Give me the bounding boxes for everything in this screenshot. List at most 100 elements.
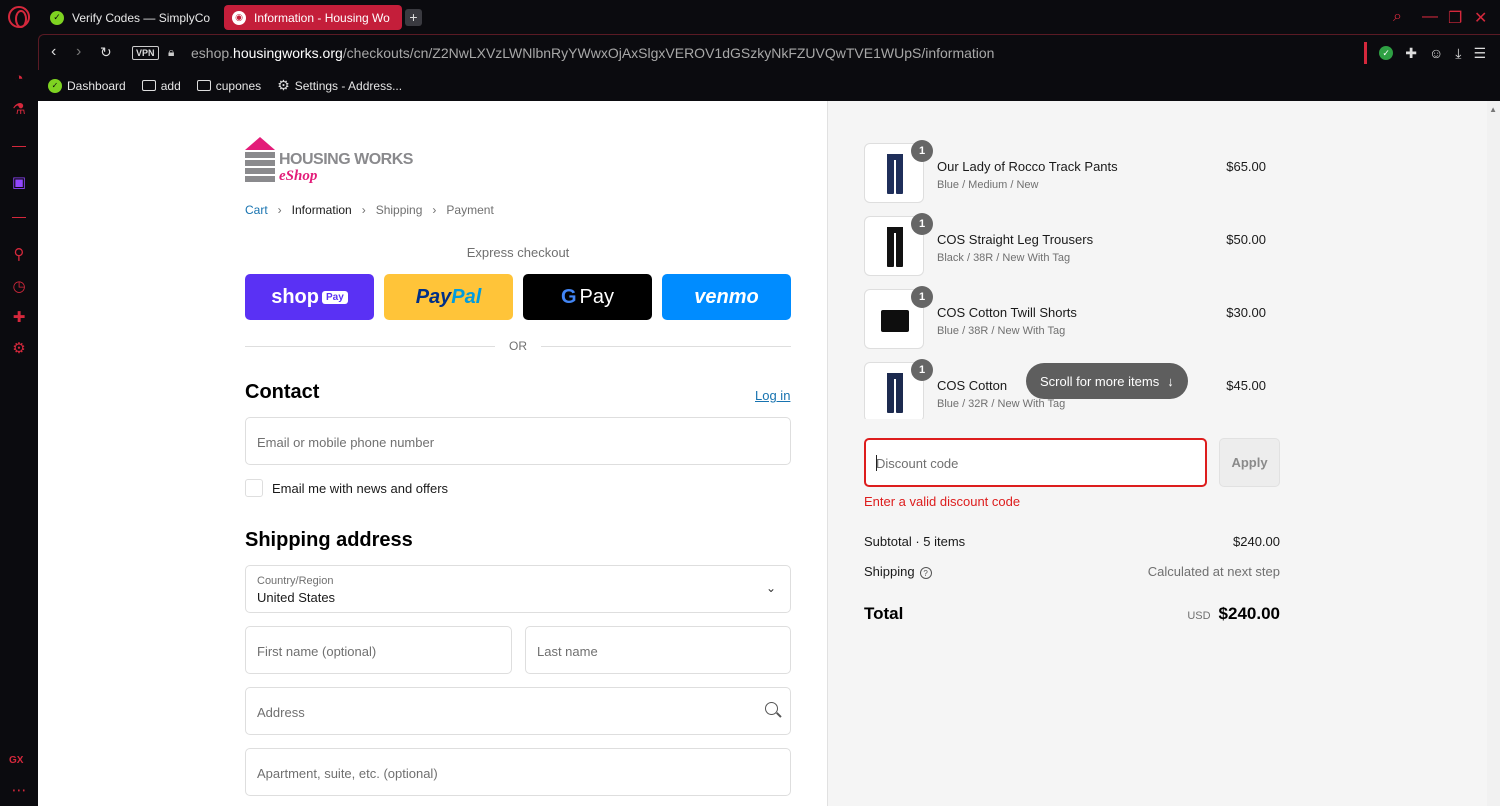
breadcrumb-cart[interactable]: Cart [245,203,268,217]
housing-works-logo[interactable]: HOUSING WORKS eShop [245,137,415,184]
puzzle-icon[interactable]: ✚ [1405,45,1417,62]
speed-dial-icon[interactable]: ◔ [10,70,28,88]
bookmark-add[interactable]: add [141,79,181,93]
tab-label: Verify Codes — SimplyCo [72,10,211,25]
pants-image [887,373,903,413]
logo-bar-shape [245,176,275,182]
first-name-field[interactable]: First name (optional) [245,626,512,674]
product-thumbnail: 1 [864,213,933,276]
venmo-text: venmo [694,285,759,308]
shipping-label: Shipping [864,564,915,579]
product-thumbnail: 1 [864,140,933,203]
news-checkbox-label[interactable]: Email me with news and offers [272,481,448,496]
extension-green-icon[interactable]: ✓ [1379,46,1394,60]
subtotal-label: Subtotal · 5 items [864,534,966,549]
new-tab-button[interactable]: + [405,9,422,26]
shop-pay-button[interactable]: shop Pay [245,274,374,320]
total-value: $240.00 [1218,604,1280,623]
extensions-bar: ✓ ✚ ☺ ⤓ ☰ [1364,41,1500,65]
search-icon[interactable]: ⌕ [1393,8,1402,26]
chevron-right-icon: › [277,203,282,217]
quantity-badge: 1 [911,140,933,162]
back-icon[interactable]: ‹ [51,43,56,61]
url-field[interactable]: eshop.housingworks.org/checkouts/cn/Z2Nw… [191,45,994,61]
quantity-badge: 1 [911,359,933,381]
login-link[interactable]: Log in [755,388,790,403]
discount-placeholder: Discount code [876,456,959,471]
breadcrumb-payment: Payment [446,203,494,217]
quantity-badge: 1 [911,213,933,235]
pants-waist [887,373,903,379]
tab-simplycodes[interactable]: ✓ Verify Codes — SimplyCo [42,5,220,30]
country-select[interactable]: Country/Region United States ⌄ [245,565,791,613]
close-icon[interactable]: ✕ [1474,8,1487,28]
news-checkbox[interactable] [245,479,263,497]
menu-icon[interactable]: ☰ [1473,45,1486,62]
scroll-more-label: Scroll for more items [1040,373,1160,389]
opera-logo-icon[interactable] [8,6,30,28]
bookmarks-bar: ✓ Dashboard add cupones ⚙ Settings - Add… [38,70,1500,101]
item-variant: Blue / 32R / New With Tag [937,398,1066,410]
extensions-icon[interactable]: ✚ [10,309,28,327]
product-thumbnail: 1 [864,359,933,419]
more-icon[interactable]: ⋯ [10,782,28,800]
scroll-up-icon[interactable]: ▲ [1489,105,1497,114]
settings-icon[interactable]: ⚙ [10,340,28,358]
item-variant: Black / 38R / New With Tag [937,252,1071,264]
item-name: COS Straight Leg Trousers [937,232,1094,247]
breadcrumb-shipping: Shipping [375,203,423,217]
divider-line [541,346,791,347]
forward-icon[interactable]: › [76,43,81,61]
total-label: Total [864,604,904,623]
scroll-more-button[interactable]: Scroll for more items ↓ [1026,363,1188,399]
reload-icon[interactable]: ↻ [100,44,112,61]
minimize-icon[interactable]: — [1422,8,1438,26]
breadcrumb: Cart › Information › Shipping › Payment [245,203,494,217]
or-label: OR [509,339,527,353]
apartment-field[interactable]: Apartment, suite, etc. (optional) [245,748,791,796]
breadcrumb-information: Information [291,203,352,217]
pants-leg [896,373,903,413]
last-name-field[interactable]: Last name [525,626,791,674]
gx-badge[interactable]: GX [9,755,23,766]
history-icon[interactable]: ◷ [10,278,28,296]
pants-waist [887,154,903,160]
country-value: United States [257,590,336,605]
tab-housing-works[interactable]: ◉ Information - Housing Wo [224,5,402,30]
page-scrollbar[interactable]: ▲ [1487,101,1500,806]
gx-control-icon[interactable]: ⚗ [10,101,28,119]
google-pay-button[interactable]: G Pay [523,274,652,320]
pants-leg [896,154,903,194]
logo-bar-shape [245,168,275,174]
download-icon[interactable]: ⤓ [1455,45,1461,62]
discount-code-input[interactable]: Discount code [864,438,1207,487]
bookmark-label: Settings - Address... [294,78,403,93]
venmo-button[interactable]: venmo [662,274,791,320]
total-currency: USD [1187,610,1211,622]
lock-icon[interactable]: 🔒︎ [168,45,174,60]
paypal-text-b: Pal [451,285,482,308]
apply-button[interactable]: Apply [1219,438,1280,487]
help-icon[interactable]: ? [919,567,932,579]
paypal-button[interactable]: Pay Pal [384,274,513,320]
line-item: 1 Our Lady of Rocco Track Pants Blue / M… [864,137,1280,203]
item-price: $45.00 [1226,378,1266,393]
item-variant: Blue / Medium / New [937,179,1039,191]
restore-icon[interactable]: ❐ [1448,8,1462,28]
profile-icon[interactable]: ☺ [1429,45,1443,61]
track-pants-image [887,154,903,194]
chevron-right-icon: › [361,203,366,217]
pin-icon[interactable]: ⚲ [10,246,28,264]
chevron-right-icon: › [432,203,437,217]
twitch-icon[interactable]: ▣ [10,174,28,192]
bookmark-dashboard[interactable]: ✓ Dashboard [48,78,126,93]
shorts-image [881,310,909,332]
email-field[interactable]: Email or mobile phone number [245,417,791,465]
vpn-badge[interactable]: VPN [132,46,159,60]
bookmark-cupones[interactable]: cupones [196,79,261,93]
total-row: Total USD $240.00 [864,604,1280,628]
address-field[interactable]: Address [245,687,791,735]
globe-icon: ◉ [232,10,246,25]
bookmark-settings[interactable]: ⚙ Settings - Address... [277,77,402,94]
sidebar-divider [12,217,26,218]
